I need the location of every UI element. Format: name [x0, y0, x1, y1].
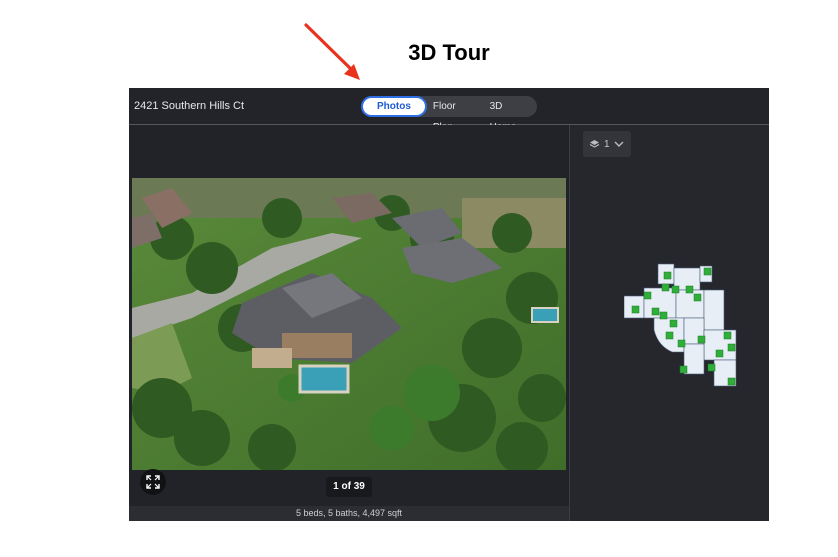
photo-pane: 1 of 39 5 beds, 5 baths, 4,497 sqft [129, 125, 569, 521]
page-title: 3D Tour [408, 40, 490, 65]
chevron-down-icon [614, 141, 624, 147]
floor-number: 1 [604, 138, 610, 150]
view-tabs: Photos Floor Plan 3D Home [361, 96, 537, 133]
floor-plan-map[interactable] [624, 260, 744, 388]
property-address: 2421 Southern Hills Ct [134, 100, 245, 112]
property-photo[interactable] [132, 178, 566, 470]
tour-viewer: 2421 Southern Hills Ct Photos Floor Plan… [129, 88, 769, 521]
listing-summary: 5 beds, 5 baths, 4,497 sqft [129, 506, 569, 521]
viewer-header: 2421 Southern Hills Ct Photos Floor Plan… [129, 88, 769, 133]
floor-selector[interactable]: 1 [583, 131, 631, 157]
layers-icon [589, 139, 600, 148]
photo-counter: 1 of 39 [326, 477, 372, 497]
expand-icon [146, 475, 160, 489]
expand-button[interactable] [140, 469, 166, 495]
tab-3d-home[interactable]: 3D Home [484, 96, 537, 133]
floor-plan-pane: 1 [570, 125, 769, 521]
aerial-photo-image [132, 178, 566, 470]
annotation-arrow-icon [304, 23, 360, 80]
tab-floor-plan[interactable]: Floor Plan [427, 96, 484, 133]
tab-photos[interactable]: Photos [361, 96, 427, 117]
